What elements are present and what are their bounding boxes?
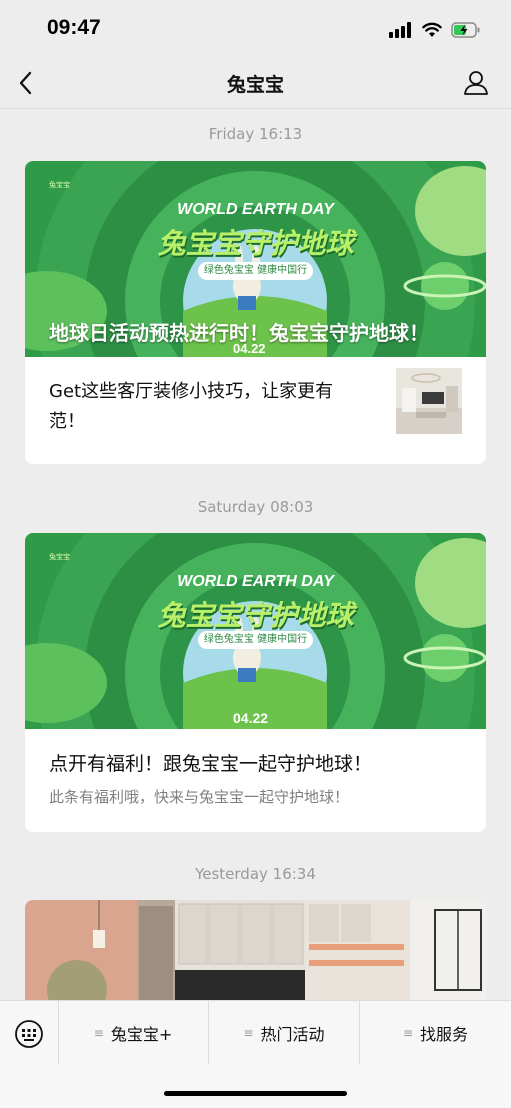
article-card[interactable]: 兔宝宝 WORLD EARTH DAY 兔宝宝守护地球 绿色兔宝宝 健康中国行 …: [25, 533, 486, 832]
banner-slogan: 兔宝宝守护地球: [157, 599, 354, 632]
menu-item-label: 兔宝宝+: [110, 1024, 173, 1044]
message-timestamp: Yesterday 16:34: [195, 865, 316, 883]
keyboard-toggle[interactable]: [0, 1001, 59, 1064]
interior-room-image: [25, 900, 486, 1000]
menu-list-icon: ≡: [93, 1025, 104, 1040]
signal-icon: [389, 22, 411, 38]
nav-bar: 兔宝宝: [0, 58, 511, 109]
article-headline: 地球日活动预热进行时！兔宝宝守护地球！: [49, 321, 429, 345]
keyboard-icon: [15, 1020, 43, 1048]
sub-article-thumbnail: [396, 368, 462, 434]
svg-text:兔宝宝: 兔宝宝: [49, 180, 70, 189]
banner-slogan: 兔宝宝守护地球: [157, 227, 354, 260]
banner-tagline: WORLD EARTH DAY: [177, 573, 334, 590]
sub-article[interactable]: Get这些客厅装修小技巧，让家更有范！: [25, 357, 486, 464]
status-icons: [389, 20, 481, 40]
svg-text:兔宝宝: 兔宝宝: [49, 552, 70, 561]
menu-item-hot-activities[interactable]: ≡ 热门活动: [209, 1001, 360, 1064]
article-banner[interactable]: 兔宝宝 WORLD EARTH DAY 兔宝宝守护地球 绿色兔宝宝 健康中国行 …: [25, 161, 486, 357]
menu-list-icon: ≡: [402, 1025, 414, 1040]
sub-article-title: Get这些客厅装修小技巧，让家更有范！: [49, 381, 334, 432]
page-title: 兔宝宝: [226, 74, 284, 96]
menu-list-icon: ≡: [243, 1025, 254, 1040]
home-indicator[interactable]: [164, 1091, 347, 1096]
banner-date: 04.22: [233, 710, 269, 726]
article-card[interactable]: [25, 900, 486, 1000]
banner-pill: 绿色兔宝宝 健康中国行: [198, 262, 313, 280]
article-card[interactable]: 兔宝宝 WORLD EARTH DAY 兔宝宝守护地球 绿色兔宝宝 健康中国行 …: [25, 161, 486, 464]
menu-item-label: 热门活动: [260, 1024, 325, 1044]
status-bar: 09:47: [0, 0, 511, 58]
battery-charging-icon: [451, 22, 480, 38]
menu-item-tubaobao-plus[interactable]: ≡ 兔宝宝+: [58, 1001, 209, 1064]
status-time: 09:47: [47, 16, 101, 39]
message-timestamp: Saturday 08:03: [197, 498, 314, 516]
banner-tagline: WORLD EARTH DAY: [177, 201, 334, 218]
menu-item-find-service[interactable]: ≡ 找服务: [360, 1001, 511, 1064]
message-feed[interactable]: Friday 16:13 兔宝宝 WORLD EARTH DAY 兔宝宝守护地球…: [0, 109, 511, 1000]
wifi-icon: [422, 22, 442, 37]
banner-pill: 绿色兔宝宝 健康中国行: [198, 631, 313, 649]
message-timestamp: Friday 16:13: [208, 125, 303, 143]
article-description: 此条有福利哦，快来与兔宝宝一起守护地球！: [49, 788, 350, 806]
article-banner[interactable]: 兔宝宝 WORLD EARTH DAY 兔宝宝守护地球 绿色兔宝宝 健康中国行 …: [25, 533, 486, 729]
article-title: 点开有福利！跟兔宝宝一起守护地球！: [49, 753, 373, 775]
menu-item-label: 找服务: [420, 1024, 469, 1044]
profile-icon[interactable]: [463, 69, 489, 97]
